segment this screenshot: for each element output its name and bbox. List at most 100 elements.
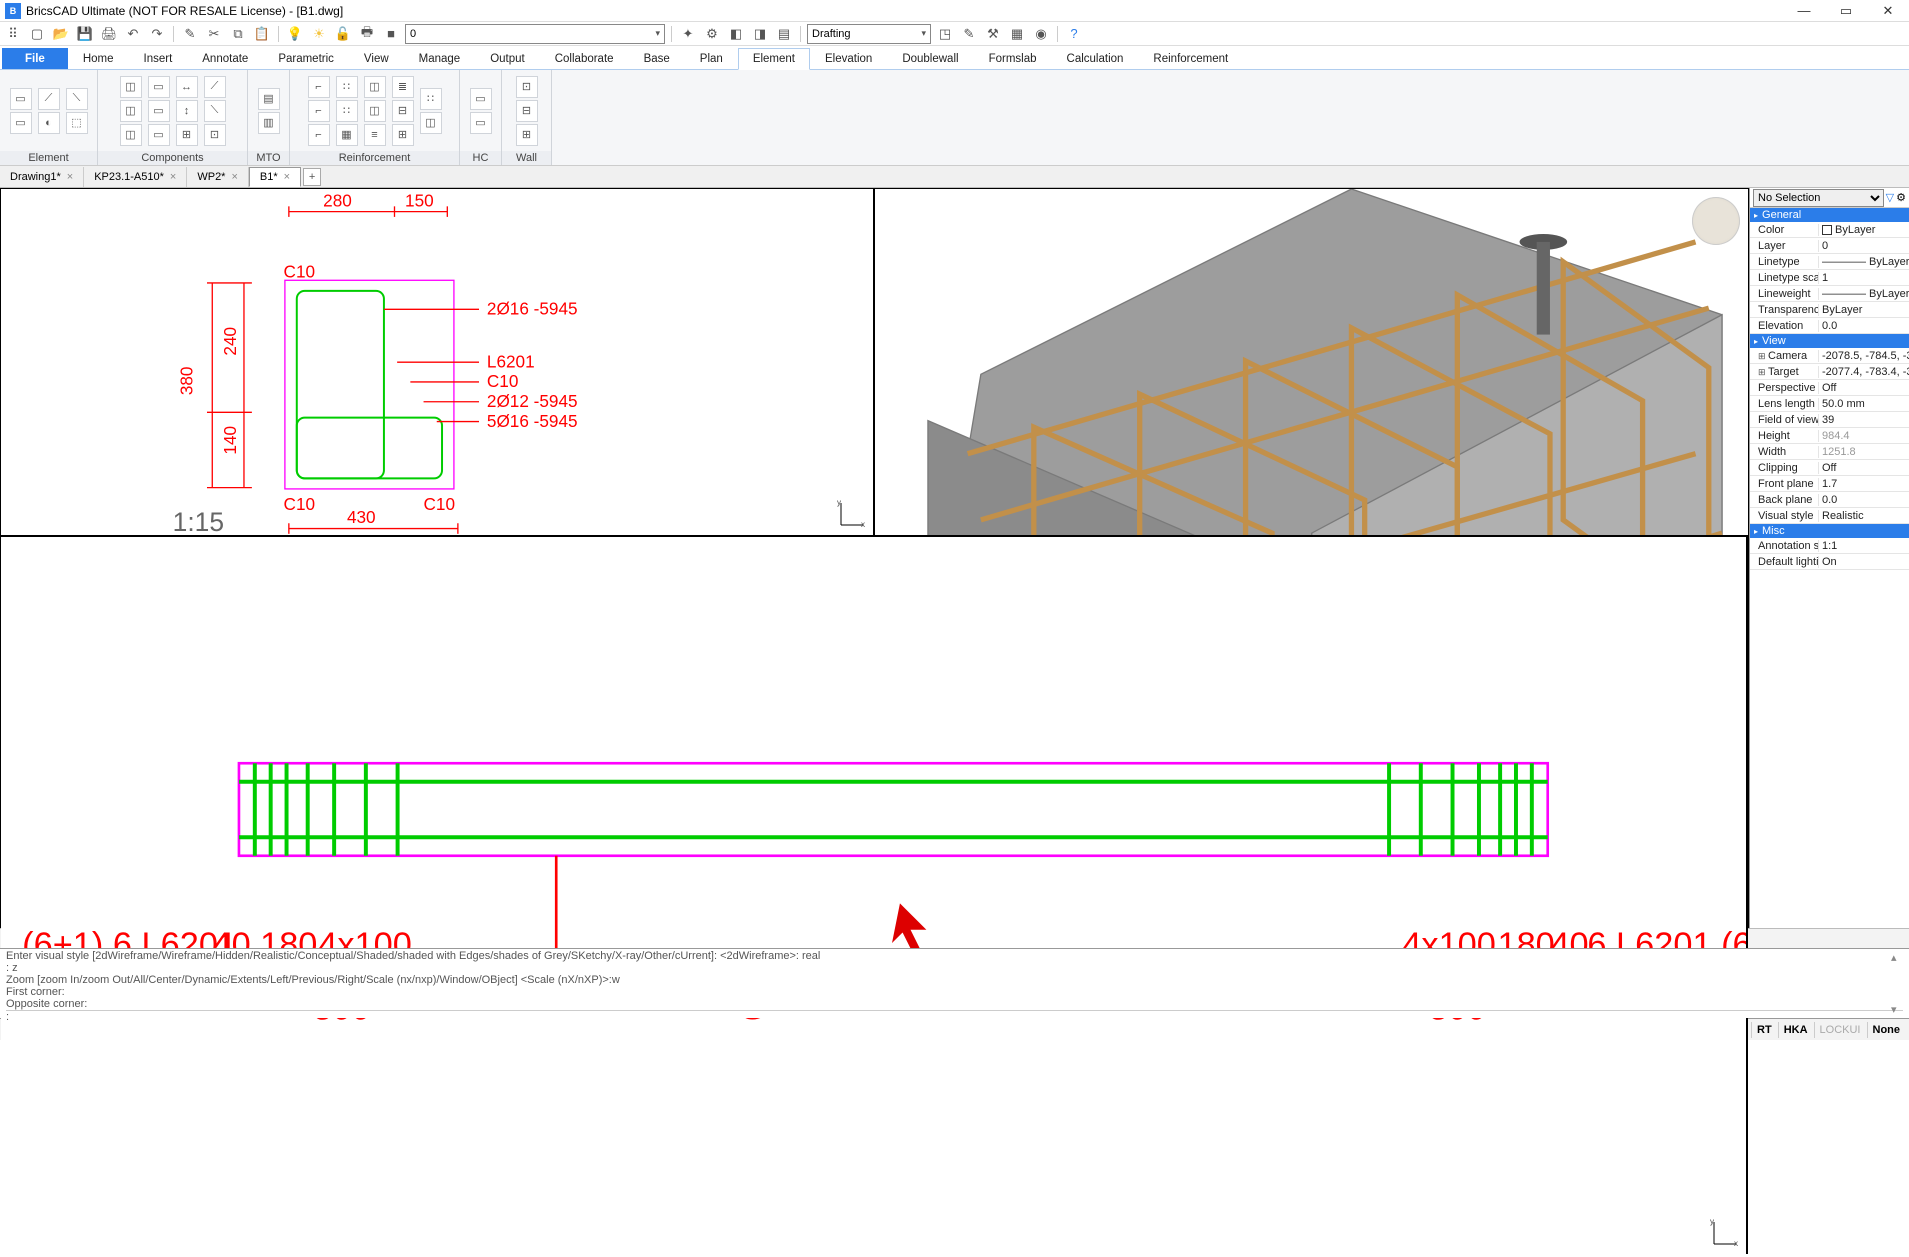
rf-b14[interactable]: ◫ xyxy=(420,112,442,134)
close-tab-icon[interactable]: × xyxy=(67,171,73,183)
status-rt[interactable]: RT xyxy=(1751,1022,1777,1038)
ribbon-tab-parametric[interactable]: Parametric xyxy=(263,48,349,69)
prop-row[interactable]: TransparencyByLayer xyxy=(1750,302,1909,318)
new-icon[interactable]: ▢ xyxy=(27,24,47,44)
ws2-icon[interactable]: ✎ xyxy=(959,24,979,44)
cmp-b2[interactable]: ◫ xyxy=(120,100,142,122)
ribbon-tab-formslab[interactable]: Formslab xyxy=(974,48,1052,69)
prop-row[interactable]: Width1251.8 xyxy=(1750,444,1909,460)
minimize-button[interactable]: ― xyxy=(1783,0,1825,22)
prop-row[interactable]: Annotation scale1:1 xyxy=(1750,538,1909,554)
mto-b1[interactable]: ▤ xyxy=(258,88,280,110)
wall-b2[interactable]: ⊟ xyxy=(516,100,538,122)
ribbon-tab-output[interactable]: Output xyxy=(475,48,540,69)
rf-b5[interactable]: ∷ xyxy=(336,100,358,122)
ribbon-tab-collaborate[interactable]: Collaborate xyxy=(540,48,629,69)
hc-b2[interactable]: ▭ xyxy=(470,112,492,134)
doc-tab[interactable]: B1*× xyxy=(249,167,301,187)
cmp-b4[interactable]: ▭ xyxy=(148,76,170,98)
doc-tab[interactable]: WP2*× xyxy=(187,167,249,187)
prop-row[interactable]: Lineweight———— ByLayer xyxy=(1750,286,1909,302)
prop-row[interactable]: Height984.4 xyxy=(1750,428,1909,444)
ws1-icon[interactable]: ◳ xyxy=(935,24,955,44)
cmp-b10[interactable]: ⟋ xyxy=(204,76,226,98)
rf-b13[interactable]: ∷ xyxy=(420,88,442,110)
selection-dropdown[interactable]: No Selection xyxy=(1753,189,1884,207)
cmp-b9[interactable]: ⊞ xyxy=(176,124,198,146)
prop-row[interactable]: ClippingOff xyxy=(1750,460,1909,476)
layer-bulb-icon[interactable]: 💡 xyxy=(285,24,305,44)
ribbon-tab-insert[interactable]: Insert xyxy=(129,48,188,69)
rf-b12[interactable]: ⊞ xyxy=(392,124,414,146)
rf-b9[interactable]: ≡ xyxy=(364,124,386,146)
layer-dropdown[interactable]: 0 xyxy=(405,24,665,44)
rf-b2[interactable]: ⌐ xyxy=(308,100,330,122)
help-icon[interactable]: ? xyxy=(1064,24,1084,44)
wall-b3[interactable]: ⊞ xyxy=(516,124,538,146)
elem-btn1[interactable]: ▭ xyxy=(10,88,32,110)
layer-lock-icon[interactable]: 🔓 xyxy=(333,24,353,44)
prop-row[interactable]: Layer0 xyxy=(1750,238,1909,254)
elem-btn6[interactable]: ⬚ xyxy=(66,112,88,134)
prop-group-misc[interactable]: Misc xyxy=(1750,524,1909,538)
ribbon-tab-annotate[interactable]: Annotate xyxy=(187,48,263,69)
prop-group-general[interactable]: General xyxy=(1750,208,1909,222)
ribbon-tab-doublewall[interactable]: Doublewall xyxy=(887,48,973,69)
elem-btn3[interactable]: ⟋ xyxy=(38,88,60,110)
close-button[interactable]: ✕ xyxy=(1867,0,1909,22)
scroll-down-icon[interactable]: ▾ xyxy=(1891,1003,1907,1016)
viewport-elevation[interactable]: (6+1) 6 L6201 40 180 4x100 800 L6201 16B… xyxy=(1,537,1748,1254)
print-icon[interactable]: 🖨 xyxy=(99,24,119,44)
elem-btn5[interactable]: ⟍ xyxy=(66,88,88,110)
cmp-b12[interactable]: ⊡ xyxy=(204,124,226,146)
view-cube[interactable] xyxy=(1692,197,1740,245)
prop-row[interactable]: Back plane0.0 xyxy=(1750,492,1909,508)
prop-row[interactable]: Visual styleRealistic xyxy=(1750,508,1909,524)
status-hka[interactable]: HKA xyxy=(1778,1022,1813,1038)
prop-group-view[interactable]: View xyxy=(1750,334,1909,348)
layer-plot-icon[interactable]: 🖶 xyxy=(357,24,377,44)
rf-b4[interactable]: ∷ xyxy=(336,76,358,98)
elem-btn2[interactable]: ▭ xyxy=(10,112,32,134)
tool4-icon[interactable]: ◨ xyxy=(750,24,770,44)
rf-b6[interactable]: ▦ xyxy=(336,124,358,146)
undo-icon[interactable]: ↶ xyxy=(123,24,143,44)
ribbon-tab-elevation[interactable]: Elevation xyxy=(810,48,887,69)
maximize-button[interactable]: ▭ xyxy=(1825,0,1867,22)
close-tab-icon[interactable]: × xyxy=(231,171,237,183)
cmp-b1[interactable]: ◫ xyxy=(120,76,142,98)
cmp-b3[interactable]: ◫ xyxy=(120,124,142,146)
qat-handle-icon[interactable]: ⠿ xyxy=(3,24,23,44)
cmp-b5[interactable]: ▭ xyxy=(148,100,170,122)
prop-row[interactable]: Linetype scale1 xyxy=(1750,270,1909,286)
prop-row[interactable]: PerspectiveOff xyxy=(1750,380,1909,396)
ribbon-tab-manage[interactable]: Manage xyxy=(404,48,476,69)
cmp-b7[interactable]: ↔ xyxy=(176,76,198,98)
doc-tab[interactable]: Drawing1*× xyxy=(0,167,84,187)
ribbon-tab-file[interactable]: File xyxy=(2,48,68,69)
cmp-b8[interactable]: ↕ xyxy=(176,100,198,122)
redo-icon[interactable]: ↷ xyxy=(147,24,167,44)
prop-row[interactable]: Field of view39 xyxy=(1750,412,1909,428)
ribbon-tab-home[interactable]: Home xyxy=(68,48,129,69)
ws3-icon[interactable]: ⚒ xyxy=(983,24,1003,44)
cut-icon[interactable]: ✂ xyxy=(204,24,224,44)
tool3-icon[interactable]: ◧ xyxy=(726,24,746,44)
cmp-b11[interactable]: ⟍ xyxy=(204,100,226,122)
save-icon[interactable]: 💾 xyxy=(75,24,95,44)
close-tab-icon[interactable]: × xyxy=(170,171,176,183)
ribbon-tab-reinforcement[interactable]: Reinforcement xyxy=(1138,48,1243,69)
status-none[interactable]: None xyxy=(1867,1022,1906,1038)
viewport-section[interactable]: 280 150 380 240 140 xyxy=(1,189,875,535)
pp-settings-icon[interactable]: ⚙ xyxy=(1896,191,1906,204)
prop-row[interactable]: Camera-2078.5, -784.5, -3 xyxy=(1750,348,1909,364)
command-window[interactable]: Enter visual style [2dWireframe/Wirefram… xyxy=(0,948,1909,1018)
add-doc-tab[interactable]: + xyxy=(303,168,321,186)
open-icon[interactable]: 📂 xyxy=(51,24,71,44)
tool5-icon[interactable]: ▤ xyxy=(774,24,794,44)
ribbon-tab-base[interactable]: Base xyxy=(629,48,685,69)
paste-icon[interactable]: 📋 xyxy=(252,24,272,44)
rf-b8[interactable]: ◫ xyxy=(364,100,386,122)
prop-row[interactable]: Lens length50.0 mm xyxy=(1750,396,1909,412)
rf-b10[interactable]: ≣ xyxy=(392,76,414,98)
